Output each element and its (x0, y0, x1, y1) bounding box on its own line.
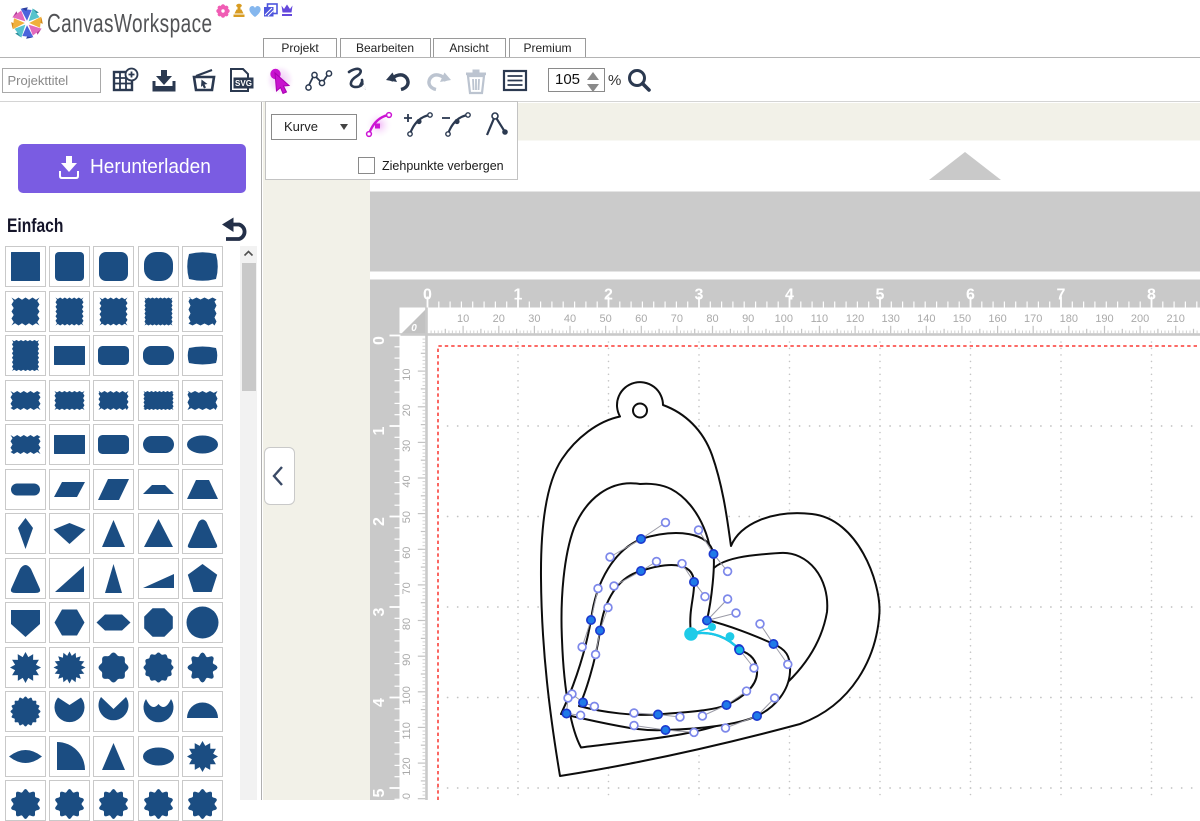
svg-text:20: 20 (493, 313, 505, 325)
svg-text:200: 200 (1131, 313, 1149, 325)
svg-text:5: 5 (371, 788, 388, 797)
svg-text:60: 60 (635, 313, 647, 325)
svg-text:4: 4 (785, 287, 794, 304)
svg-text:190: 190 (1095, 313, 1113, 325)
svg-text:6: 6 (966, 287, 975, 304)
svg-text:4: 4 (371, 698, 388, 707)
svg-text:210: 210 (1167, 313, 1185, 325)
svg-text:5: 5 (876, 287, 885, 304)
svg-text:150: 150 (953, 313, 971, 325)
svg-text:40: 40 (564, 313, 576, 325)
svg-text:110: 110 (401, 722, 413, 740)
svg-text:130: 130 (882, 313, 900, 325)
svg-text:80: 80 (706, 313, 718, 325)
svg-text:3: 3 (695, 287, 704, 304)
svg-text:120: 120 (846, 313, 864, 325)
svg-text:10: 10 (457, 313, 469, 325)
svg-text:2: 2 (371, 517, 388, 526)
svg-text:30: 30 (528, 313, 540, 325)
svg-text:0: 0 (411, 323, 417, 334)
svg-text:80: 80 (401, 618, 413, 630)
svg-text:1: 1 (514, 287, 523, 304)
svg-text:0: 0 (371, 336, 388, 345)
svg-text:0: 0 (423, 287, 432, 304)
svg-text:180: 180 (1060, 313, 1078, 325)
svg-text:3: 3 (371, 607, 388, 616)
svg-text:90: 90 (401, 654, 413, 666)
svg-text:SVG: SVG (235, 79, 252, 88)
svg-text:120: 120 (401, 757, 413, 775)
svg-text:7: 7 (1057, 287, 1066, 304)
svg-text:70: 70 (401, 582, 413, 594)
svg-text:110: 110 (811, 313, 829, 325)
svg-text:50: 50 (599, 313, 611, 325)
svg-text:130: 130 (401, 793, 413, 800)
svg-text:10: 10 (401, 368, 413, 380)
svg-text:40: 40 (401, 475, 413, 487)
svg-text:50: 50 (401, 511, 413, 523)
svg-text:20: 20 (401, 404, 413, 416)
svg-text:100: 100 (401, 686, 413, 704)
svg-text:30: 30 (401, 440, 413, 452)
svg-text:140: 140 (917, 313, 935, 325)
svg-text:1: 1 (371, 426, 388, 435)
svg-text:90: 90 (742, 313, 754, 325)
svg-text:8: 8 (1147, 287, 1156, 304)
svg-text:170: 170 (1024, 313, 1042, 325)
svg-text:100: 100 (775, 313, 793, 325)
svg-text:2: 2 (604, 287, 613, 304)
svg-text:160: 160 (988, 313, 1006, 325)
svg-text:60: 60 (401, 547, 413, 559)
svg-text:70: 70 (671, 313, 683, 325)
